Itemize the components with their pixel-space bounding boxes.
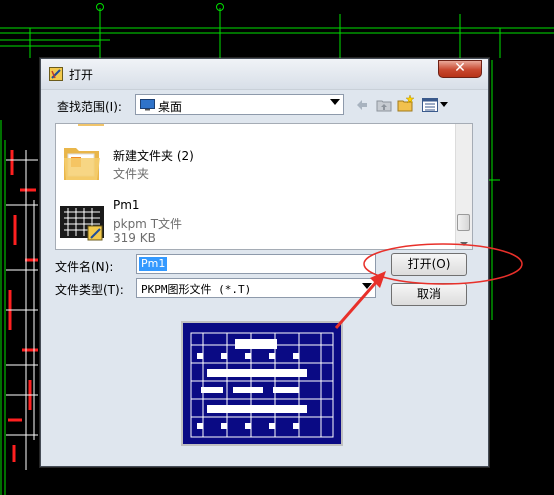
close-button[interactable]: ✕ [438,60,482,78]
scrollbar-thumb[interactable] [457,214,470,231]
look-in-value: 桌面 [158,100,183,114]
pkpm-app-icon [49,67,63,81]
close-icon: ✕ [454,60,466,76]
vertical-scrollbar[interactable] [455,124,472,249]
scroll-down-icon[interactable] [460,242,468,246]
file-name-input[interactable]: Pm1 [136,254,376,274]
dialog-title: 打开 [69,68,94,82]
file-list[interactable]: 新建文件夹 (2) 文件夹 Pm1 pkpm T文件 319 KB [55,123,473,250]
pkpm-file-icon [60,206,104,241]
title-bar[interactable]: 打开 ✕ [41,59,488,90]
file-type-label: 文件类型(T): [55,283,124,297]
back-arrow-icon[interactable] [355,98,369,112]
view-menu-button[interactable] [422,97,450,113]
file-name: Pm1 [113,198,140,212]
folder-icon [64,148,100,180]
list-item[interactable]: 新建文件夹 (2) 文件夹 [56,134,456,190]
file-type: pkpm T文件 [113,217,183,231]
file-type-value: PKPM图形文件 (*.T) [141,283,252,296]
file-name-label: 文件名(N): [55,260,114,274]
list-item[interactable]: Pm1 pkpm T文件 319 KB [56,194,456,249]
file-name-value: Pm1 [139,257,168,271]
file-preview [181,321,343,446]
view-menu-icon [422,98,438,112]
file-name: 新建文件夹 (2) [113,149,194,163]
open-button[interactable]: 打开(O) [391,253,467,276]
chevron-down-icon[interactable] [330,99,340,105]
look-in-label: 查找范围(I): [57,100,122,114]
desktop-icon [140,99,155,111]
cancel-button[interactable]: 取消 [391,283,467,306]
file-size: 319 KB [113,231,156,245]
look-in-dropdown[interactable]: 桌面 [135,94,344,115]
view-menu-arrow-icon [440,102,448,107]
file-type: 文件夹 [113,167,150,181]
drawing-preview-image [190,332,334,438]
folder-icon-partial [78,124,104,126]
open-file-dialog: 打开 ✕ 查找范围(I): 桌面 新建文件夹 (2) 文件夹 Pm1 pkpm … [40,58,489,467]
file-type-dropdown[interactable]: PKPM图形文件 (*.T) [136,278,376,298]
up-folder-icon[interactable] [376,98,392,112]
chevron-down-icon[interactable] [362,283,372,289]
new-folder-icon[interactable] [397,95,415,112]
